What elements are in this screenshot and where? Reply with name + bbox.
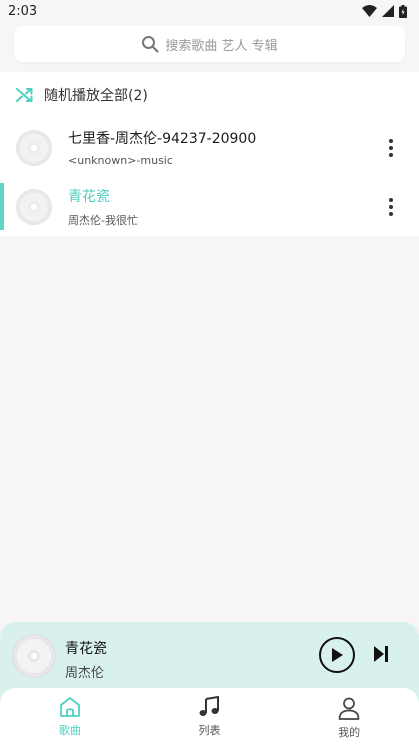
next-button[interactable] — [373, 645, 389, 667]
player-artist: 周杰伦 — [65, 666, 105, 681]
list-item[interactable]: 七里香-周杰伦-94237-20900 <unknown>-music — [0, 118, 419, 177]
play-button[interactable] — [319, 637, 355, 673]
more-options-icon[interactable] — [371, 187, 411, 227]
search-input[interactable]: 搜索歌曲 艺人 专辑 — [14, 26, 405, 62]
status-time: 2:03 — [8, 3, 38, 19]
tab-profile-label: 我的 — [338, 726, 361, 739]
search-icon — [142, 36, 159, 53]
player-title: 青花瓷 — [65, 641, 107, 657]
player-album-disc — [12, 634, 56, 678]
shuffle-all-button[interactable]: 随机播放全部(2) — [0, 72, 419, 118]
song-subtitle: <unknown>-music — [68, 154, 173, 167]
more-options-icon[interactable] — [371, 128, 411, 168]
battery-icon — [399, 4, 407, 18]
song-list: 随机播放全部(2) 七里香-周杰伦-94237-20900 <unknown>-… — [0, 72, 419, 236]
status-bar: 2:03 — [0, 0, 419, 22]
signal-icon — [382, 5, 394, 17]
album-disc — [16, 188, 52, 225]
skip-next-icon — [374, 646, 388, 662]
bottom-nav: 歌曲 列表 我的 — [0, 688, 419, 745]
song-title: 青花瓷 — [68, 188, 110, 205]
tab-playlists[interactable]: 列表 — [169, 696, 249, 738]
song-subtitle: 周杰伦-我很忙 — [68, 213, 138, 227]
search-placeholder: 搜索歌曲 艺人 专辑 — [165, 38, 278, 54]
play-icon — [332, 648, 343, 662]
shuffle-icon — [16, 88, 33, 102]
shuffle-label: 随机播放全部(2) — [44, 88, 148, 104]
status-icons — [362, 4, 407, 18]
music-note-icon — [199, 696, 220, 716]
person-icon — [338, 697, 360, 720]
tab-songs-label: 歌曲 — [58, 724, 81, 737]
list-item[interactable]: 青花瓷 周杰伦-我很忙 — [0, 177, 419, 236]
tab-songs[interactable]: 歌曲 — [30, 696, 110, 738]
tab-playlists-label: 列表 — [198, 724, 221, 737]
wifi-icon — [362, 5, 377, 17]
tab-profile[interactable]: 我的 — [309, 696, 389, 740]
song-title: 七里香-周杰伦-94237-20900 — [68, 131, 257, 147]
album-disc — [16, 129, 52, 166]
home-icon — [59, 697, 80, 717]
